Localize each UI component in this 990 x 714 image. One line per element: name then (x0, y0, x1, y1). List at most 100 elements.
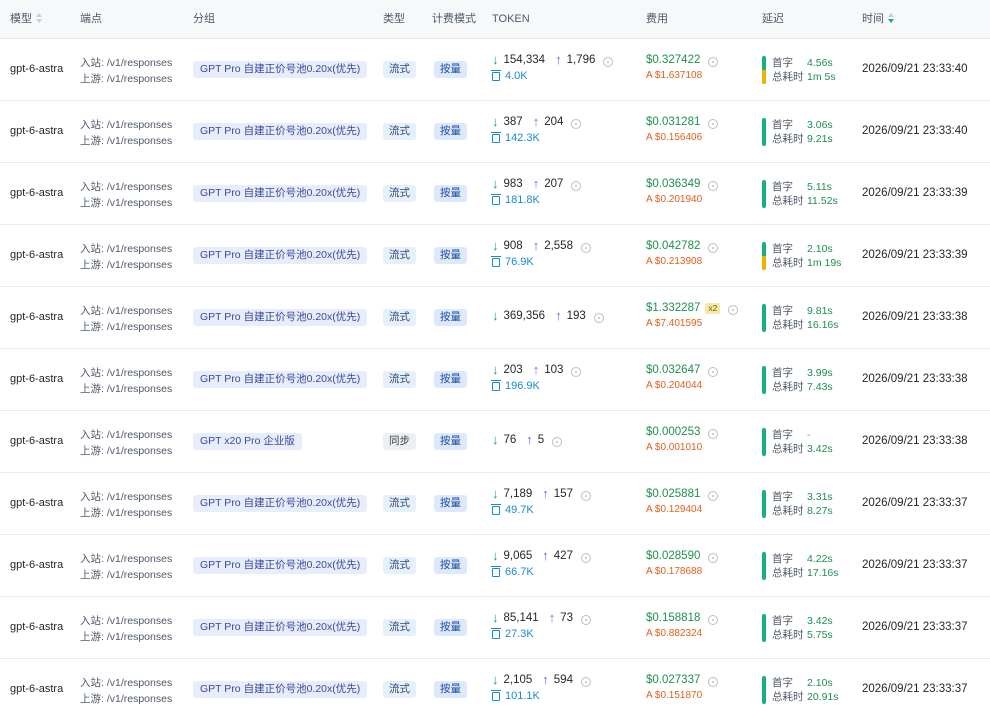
info-icon[interactable] (708, 553, 719, 563)
endpoint-cell: 入站: /v1/responses 上游: /v1/responses (80, 551, 172, 583)
cache-icon (491, 69, 501, 81)
info-icon[interactable] (708, 367, 719, 377)
info-icon[interactable] (580, 553, 591, 563)
info-icon[interactable] (708, 615, 719, 625)
arrow-down-icon: ↓ (492, 114, 499, 129)
info-icon[interactable] (571, 119, 582, 129)
table-row[interactable]: gpt-6-astra 入站: /v1/responses 上游: /v1/re… (0, 163, 990, 225)
info-icon[interactable] (552, 437, 563, 447)
info-icon[interactable] (708, 491, 719, 501)
info-icon[interactable] (593, 313, 604, 323)
input-tokens: 983 (503, 178, 523, 190)
timestamp: 2026/09/21 23:33:39 (862, 187, 968, 199)
model-name: gpt-6-astra (10, 683, 64, 695)
model-name: gpt-6-astra (10, 63, 64, 75)
table-row[interactable]: gpt-6-astra 入站: /v1/responses 上游: /v1/re… (0, 225, 990, 287)
first-token-row: 首字 5.11s (772, 180, 832, 194)
total-time-label: 总耗时 (772, 195, 804, 207)
table-row[interactable]: gpt-6-astra 入站: /v1/responses 上游: /v1/re… (0, 101, 990, 163)
sort-icon[interactable] (888, 13, 895, 24)
fee-line: $0.036349 (646, 176, 719, 192)
info-icon[interactable] (603, 57, 614, 67)
column-header-endpoint: 端点 (80, 0, 102, 39)
fee-value: $0.036349 (646, 178, 701, 190)
info-icon[interactable] (708, 677, 719, 687)
fee-line: $0.031281 (646, 114, 719, 130)
type-tag: 流式 (383, 557, 416, 574)
info-icon[interactable] (708, 119, 719, 129)
upstream-endpoint: 上游: /v1/responses (80, 383, 173, 395)
first-token-label: 首字 (772, 615, 793, 627)
table-row[interactable]: gpt-6-astra 入站: /v1/responses 上游: /v1/re… (0, 287, 990, 349)
timestamp: 2026/09/21 23:33:39 (862, 249, 968, 261)
total-time-label: 总耗时 (772, 443, 804, 455)
token-counts: ↓ 369,356 ↑ 193 (492, 308, 604, 324)
output-tokens: 207 (544, 178, 564, 190)
timestamp: 2026/09/21 23:33:37 (862, 559, 968, 571)
info-icon[interactable] (580, 491, 591, 501)
column-header-label: 费用 (646, 13, 668, 25)
upstream-endpoint: 上游: /v1/responses (80, 445, 173, 457)
billing-tag: 按量 (434, 247, 467, 264)
column-header-time[interactable]: 时间 (862, 0, 895, 39)
latency-bar (762, 490, 766, 518)
info-icon[interactable] (708, 429, 719, 439)
info-icon[interactable] (580, 243, 591, 253)
sort-icon[interactable] (36, 13, 43, 24)
table-row[interactable]: gpt-6-astra 入站: /v1/responses 上游: /v1/re… (0, 535, 990, 597)
output-tokens: 1,796 (566, 54, 596, 66)
timestamp: 2026/09/21 23:33:38 (862, 435, 968, 447)
table-row[interactable]: gpt-6-astra 入站: /v1/responses 上游: /v1/re… (0, 597, 990, 659)
table-row[interactable]: gpt-6-astra 入站: /v1/responses 上游: /v1/re… (0, 411, 990, 473)
endpoint-cell: 入站: /v1/responses 上游: /v1/responses (80, 489, 172, 521)
info-icon[interactable] (571, 367, 582, 377)
table-row[interactable]: gpt-6-astra 入站: /v1/responses 上游: /v1/re… (0, 349, 990, 411)
cache-tokens: 196.9K (491, 378, 581, 394)
cache-icon (491, 255, 501, 267)
table-row[interactable]: gpt-6-astra 入站: /v1/responses 上游: /v1/re… (0, 473, 990, 535)
info-icon[interactable] (571, 181, 582, 191)
first-token-value: - (807, 429, 811, 441)
total-time-row: 总耗时 5.75s (772, 628, 833, 642)
cache-icon (491, 565, 501, 577)
info-icon[interactable] (708, 181, 719, 191)
first-token-row: 首字 3.42s (772, 614, 833, 628)
info-icon[interactable] (728, 305, 739, 315)
arrow-down-icon: ↓ (492, 362, 499, 377)
input-tokens: 7,189 (503, 488, 533, 500)
output-tokens: 594 (553, 674, 573, 686)
cache-value: 4.0K (505, 70, 528, 82)
total-time-row: 总耗时 20.91s (772, 690, 839, 704)
latency-bar (762, 676, 766, 704)
total-time-value: 11.52s (807, 195, 838, 207)
fee-cell: $0.032647 A $0.204044 (646, 362, 719, 394)
column-header-label: 延迟 (762, 13, 784, 25)
latency-bar (762, 56, 766, 84)
arrow-up-icon: ↑ (532, 114, 540, 129)
info-icon[interactable] (708, 57, 719, 67)
total-time-value: 9.21s (807, 133, 833, 145)
table-row[interactable]: gpt-6-astra 入站: /v1/responses 上游: /v1/re… (0, 659, 990, 714)
upstream-endpoint: 上游: /v1/responses (80, 73, 173, 85)
model-name: gpt-6-astra (10, 621, 64, 633)
output-tokens: 193 (566, 310, 586, 322)
table-row[interactable]: gpt-6-astra 入站: /v1/responses 上游: /v1/re… (0, 39, 990, 101)
arrow-down-icon: ↓ (492, 548, 499, 563)
arrow-down-icon: ↓ (492, 672, 499, 687)
billing-tag: 按量 (434, 619, 467, 636)
inbound-endpoint: 入站: /v1/responses (80, 615, 173, 627)
info-icon[interactable] (580, 677, 591, 687)
fee-value: $0.000253 (646, 426, 701, 438)
upstream-endpoint: 上游: /v1/responses (80, 693, 173, 705)
column-header-model[interactable]: 模型 (10, 0, 43, 39)
info-icon[interactable] (708, 243, 719, 253)
timestamp: 2026/09/21 23:33:37 (862, 497, 968, 509)
output-tokens: 157 (553, 488, 573, 500)
fee-value: $1.332287 (646, 302, 701, 314)
arrow-up-icon: ↑ (548, 610, 556, 625)
info-icon[interactable] (580, 615, 591, 625)
first-token-label: 首字 (772, 367, 793, 379)
latency-bar (762, 180, 766, 208)
first-token-value: 3.99s (807, 367, 833, 379)
latency-bar (762, 614, 766, 642)
